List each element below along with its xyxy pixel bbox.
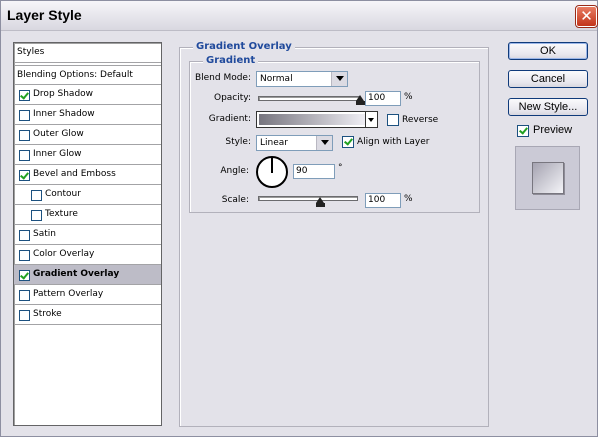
group-title: Gradient [203, 55, 259, 66]
cancel-button[interactable]: Cancel [508, 70, 588, 88]
style-item-contour[interactable]: Contour [14, 185, 161, 205]
opacity-label: Opacity: [214, 93, 251, 103]
angle-center [271, 171, 273, 173]
align-with-layer-label: Align with Layer [357, 137, 430, 147]
styles-header[interactable]: Styles [14, 43, 161, 63]
styles-list: Styles Blending Options: Default Drop Sh… [13, 42, 162, 426]
style-item-drop-shadow[interactable]: Drop Shadow [14, 85, 161, 105]
style-item-label: Inner Glow [33, 149, 82, 159]
scale-input[interactable]: 100 [365, 193, 401, 208]
blend-mode-select[interactable]: Normal [256, 71, 348, 87]
chevron-down-icon[interactable] [365, 112, 377, 127]
style-item-bevel-and-emboss[interactable]: Bevel and Emboss [14, 165, 161, 185]
style-checkbox[interactable] [31, 190, 42, 201]
style-item-label: Inner Shadow [33, 109, 95, 119]
style-item-label: Texture [45, 209, 78, 219]
style-item-label: Drop Shadow [33, 89, 94, 99]
style-item-label: Outer Glow [33, 129, 84, 139]
title-bar: Layer Style ✕ [1, 1, 598, 31]
preview-area [515, 146, 580, 210]
ok-button[interactable]: OK [508, 42, 588, 60]
style-item-inner-glow[interactable]: Inner Glow [14, 145, 161, 165]
close-icon[interactable]: ✕ [575, 5, 598, 28]
gradient-label: Gradient: [208, 114, 251, 124]
style-checkbox[interactable] [19, 170, 30, 181]
style-checkbox[interactable] [19, 270, 30, 281]
style-select[interactable]: Linear [256, 135, 333, 151]
style-checkbox[interactable] [19, 90, 30, 101]
scale-slider-handle[interactable] [316, 197, 325, 207]
style-checkbox[interactable] [19, 250, 30, 261]
blend-mode-label: Blend Mode: [194, 73, 251, 83]
new-style-button[interactable]: New Style... [508, 98, 588, 116]
blend-mode-value: Normal [260, 74, 293, 84]
style-item-color-overlay[interactable]: Color Overlay [14, 245, 161, 265]
style-label: Style: [225, 137, 251, 147]
opacity-unit: % [404, 92, 413, 102]
dialog-title: Layer Style [7, 7, 82, 23]
opacity-slider[interactable] [258, 96, 360, 101]
angle-label: Angle: [220, 166, 249, 176]
style-checkbox[interactable] [19, 110, 30, 121]
style-checkbox[interactable] [19, 290, 30, 301]
style-checkbox[interactable] [19, 310, 30, 321]
preview-checkbox[interactable] [517, 125, 529, 137]
style-item-label: Gradient Overlay [33, 269, 120, 279]
opacity-slider-handle[interactable] [356, 95, 365, 105]
style-item-satin[interactable]: Satin [14, 225, 161, 245]
style-checkbox[interactable] [19, 130, 30, 141]
style-item-label: Pattern Overlay [33, 289, 104, 299]
style-item-label: Stroke [33, 309, 62, 319]
style-checkbox[interactable] [19, 150, 30, 161]
angle-unit: ° [338, 163, 343, 173]
style-item-label: Color Overlay [33, 249, 95, 259]
scale-unit: % [404, 194, 413, 204]
style-item-inner-shadow[interactable]: Inner Shadow [14, 105, 161, 125]
style-item-pattern-overlay[interactable]: Pattern Overlay [14, 285, 161, 305]
chevron-down-icon [331, 72, 347, 86]
style-checkbox[interactable] [19, 230, 30, 241]
reverse-checkbox[interactable] [387, 114, 399, 126]
opacity-input[interactable]: 100 [365, 91, 401, 106]
align-with-layer-checkbox[interactable] [342, 136, 354, 148]
preview-swatch [532, 162, 564, 194]
reverse-label: Reverse [402, 115, 439, 125]
scale-label: Scale: [221, 195, 249, 205]
gradient-picker[interactable] [256, 111, 378, 128]
style-value: Linear [260, 138, 288, 148]
angle-needle [271, 158, 273, 172]
style-item-stroke[interactable]: Stroke [14, 305, 161, 325]
chevron-down-icon [316, 136, 332, 150]
style-item-label: Contour [45, 189, 81, 199]
style-item-label: Bevel and Emboss [33, 169, 116, 179]
style-checkbox[interactable] [31, 210, 42, 221]
angle-input[interactable]: 90 [293, 164, 335, 179]
scale-slider[interactable] [258, 196, 358, 201]
style-item-outer-glow[interactable]: Outer Glow [14, 125, 161, 145]
blending-options-item[interactable]: Blending Options: Default [14, 65, 161, 85]
style-item-gradient-overlay[interactable]: Gradient Overlay [14, 265, 161, 285]
style-item-label: Satin [33, 229, 56, 239]
style-item-texture[interactable]: Texture [14, 205, 161, 225]
angle-dial[interactable] [256, 156, 288, 188]
section-title: Gradient Overlay [193, 41, 295, 52]
gradient-preview[interactable] [259, 114, 365, 125]
preview-label: Preview [533, 124, 573, 136]
